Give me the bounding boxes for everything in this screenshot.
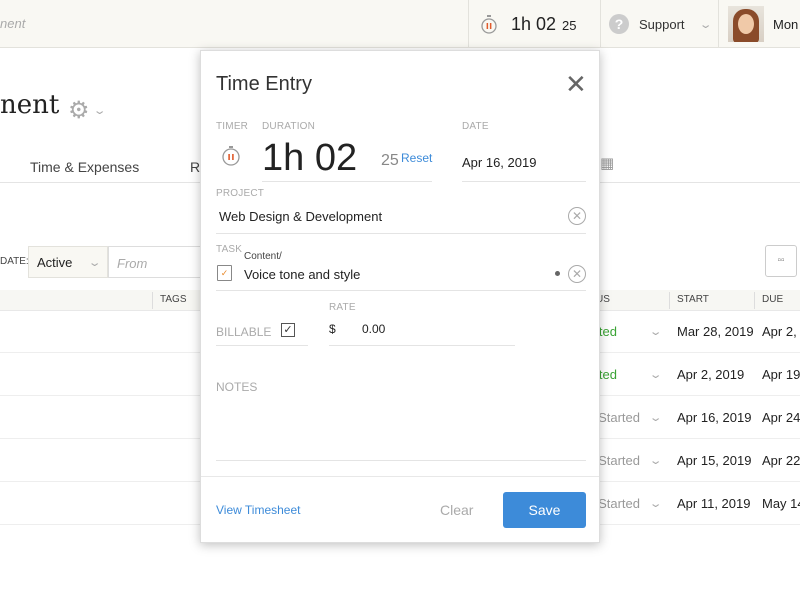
top-header: nent 1h 02 25 ? Support ⌄ Mon (0, 0, 800, 48)
column-start[interactable]: START (677, 294, 709, 305)
start-date: Apr 2, 2019 (677, 367, 745, 382)
chevron-down-icon[interactable]: ⌄ (649, 497, 663, 510)
due-date: Apr 22 (762, 453, 800, 468)
chevron-down-icon: ⌄ (92, 105, 107, 117)
chevron-down-icon[interactable]: ⌄ (649, 411, 663, 424)
status-select-value: Active (37, 254, 73, 270)
status-select[interactable]: Active ⌄ (28, 246, 108, 278)
rate-label: RATE (329, 302, 356, 313)
billable-field: BILLABLE ✓ (216, 311, 308, 346)
project-value: Web Design & Development (219, 209, 383, 224)
avatar (728, 6, 764, 42)
time-entry-modal: Time Entry ✕ TIMER DURATION 1h 02 25 Res… (200, 50, 600, 543)
task-parent: Content/ (244, 251, 282, 262)
billable-label: BILLABLE (216, 325, 272, 339)
settings-menu[interactable]: ⚙ ⌄ (68, 96, 107, 125)
user-menu[interactable]: Mon (718, 0, 800, 48)
timer-label: TIMER (216, 121, 249, 132)
column-due[interactable]: DUE (762, 294, 783, 305)
due-date: Apr 24 (762, 410, 800, 425)
due-date: May 14 (762, 496, 800, 511)
reset-link[interactable]: Reset (401, 151, 432, 165)
stopwatch-pause-icon[interactable] (220, 143, 242, 167)
search-input[interactable]: nent (0, 16, 25, 31)
clear-task-icon[interactable]: ✕ (568, 265, 586, 283)
close-icon[interactable]: ✕ (565, 71, 587, 97)
from-placeholder: From (117, 256, 148, 271)
save-button[interactable]: Save (503, 492, 586, 528)
support-menu[interactable]: ? Support ⌄ (600, 0, 718, 48)
task-icon: ✓ (217, 265, 232, 281)
clear-button[interactable]: Clear (440, 502, 473, 518)
start-date: Apr 11, 2019 (677, 496, 751, 511)
from-date-input[interactable]: From (108, 246, 208, 278)
timer-display: 1h 02 (511, 13, 557, 34)
calendar-icon[interactable]: ▦ (600, 154, 614, 172)
view-timesheet-link[interactable]: View Timesheet (216, 503, 301, 517)
date-value: Apr 16, 2019 (462, 155, 537, 170)
start-date: Mar 28, 2019 (677, 324, 754, 339)
billable-checkbox[interactable]: ✓ (281, 323, 295, 337)
help-icon: ? (609, 14, 629, 34)
gantt-icon: ▫▫ (777, 255, 785, 266)
rate-input[interactable]: $ 0.00 (329, 313, 515, 346)
tab-time-expenses[interactable]: Time & Expenses (30, 159, 139, 175)
project-label: PROJECT (216, 188, 265, 199)
due-date: Apr 19 (762, 367, 800, 382)
chevron-down-icon[interactable]: ⌄ (649, 368, 663, 381)
duration-seconds: 25 (381, 152, 399, 169)
duration-label: DURATION (262, 121, 316, 132)
clear-project-icon[interactable]: ✕ (568, 207, 586, 225)
column-tags[interactable]: TAGS (160, 294, 186, 305)
date-filter-label: DATE: (0, 256, 29, 267)
notes-textarea[interactable]: NOTES (216, 371, 586, 461)
support-label: Support (639, 16, 685, 32)
rate-value: 0.00 (362, 322, 386, 336)
chevron-down-icon: ⌄ (87, 256, 102, 269)
footer-divider (201, 476, 599, 477)
stopwatch-icon (481, 15, 497, 34)
notes-placeholder: NOTES (216, 380, 258, 394)
duration-value: 1h 02 (262, 137, 358, 179)
task-select[interactable]: Content/ ✓ Voice tone and style ✕ (216, 247, 586, 291)
gear-icon: ⚙ (68, 97, 90, 124)
user-name: Mon (773, 16, 799, 32)
header-timer[interactable]: 1h 02 25 (468, 0, 600, 48)
task-status-dot (555, 271, 560, 276)
date-input[interactable]: Apr 16, 2019 (462, 133, 586, 182)
chevron-down-icon[interactable]: ⌄ (649, 325, 663, 338)
task-value: Voice tone and style (244, 267, 361, 282)
tab-r[interactable]: R (190, 159, 200, 175)
modal-title: Time Entry (216, 73, 312, 95)
due-date: Apr 2, 2019 (762, 324, 800, 339)
page-title: nent (0, 90, 60, 120)
currency-symbol: $ (329, 322, 336, 336)
start-date: Apr 15, 2019 (677, 453, 752, 468)
start-date: Apr 16, 2019 (677, 410, 752, 425)
chevron-down-icon: ⌄ (698, 18, 713, 31)
timer-seconds: 25 (562, 18, 577, 33)
chevron-down-icon[interactable]: ⌄ (649, 454, 663, 467)
gantt-view-button[interactable]: ▫▫ (765, 245, 797, 277)
project-select[interactable]: Web Design & Development ✕ (216, 201, 586, 234)
date-label: DATE (462, 121, 489, 132)
